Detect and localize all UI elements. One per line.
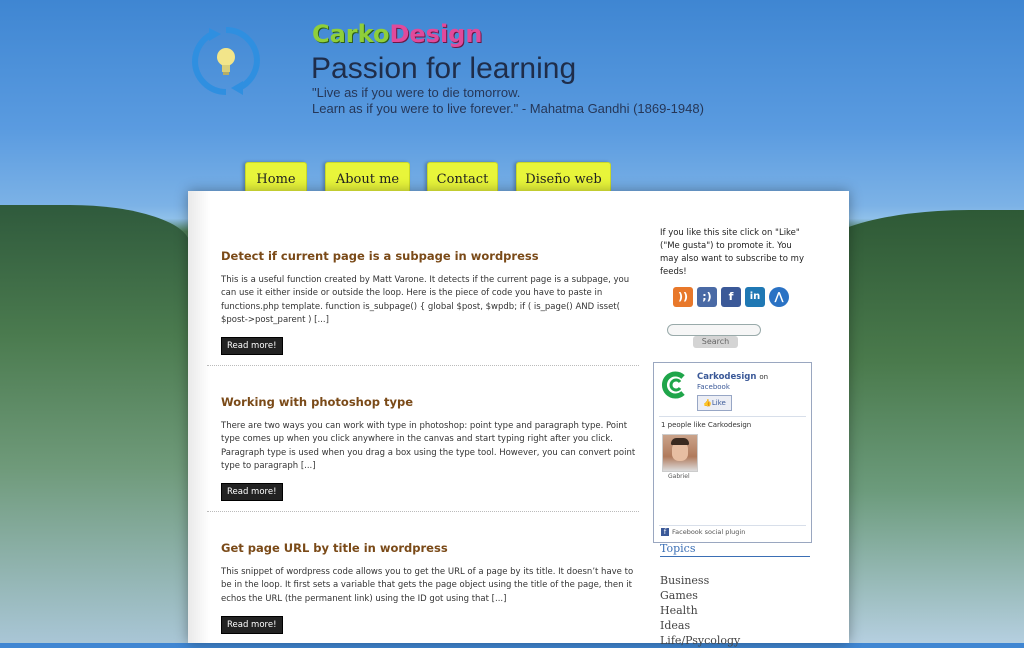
topics-list: Business Games Health Ideas Life/Psycolo…: [660, 573, 740, 648]
fb-separator: [659, 525, 806, 526]
nav-about-me[interactable]: About me: [325, 162, 410, 192]
smiley-icon[interactable]: ;): [697, 287, 717, 307]
quote-line-2: Learn as if you were to live forever." -…: [312, 101, 704, 116]
site-brand-logo[interactable]: CarkoDesign: [312, 20, 482, 48]
background-hill-left: [0, 205, 190, 643]
post-title[interactable]: Working with photoshop type: [221, 395, 639, 409]
topics-heading: Topics: [660, 542, 810, 557]
topic-life-psycology[interactable]: Life/Psycology: [660, 633, 740, 648]
rss-icon[interactable]: )): [673, 287, 693, 307]
nav-contact[interactable]: Contact: [427, 162, 498, 192]
post-excerpt: There are two ways you can work with typ…: [221, 421, 636, 471]
arrow-icon[interactable]: ⋀: [769, 287, 789, 307]
post-excerpt: This is a useful function created by Mat…: [221, 275, 630, 325]
fb-like-label: Like: [711, 399, 726, 407]
content-panel: Detect if current page is a subpage in w…: [188, 191, 849, 647]
fb-on-text: on: [759, 373, 769, 381]
brand-part-carko: Carko: [312, 20, 390, 48]
post-divider: [207, 365, 639, 366]
brand-part-design: Design: [389, 20, 483, 48]
site-quote: "Live as if you were to die tomorrow. Le…: [312, 85, 704, 117]
sidebar-intro: If you like this site click on "Like" ("…: [660, 228, 804, 277]
linkedin-icon[interactable]: in: [745, 287, 765, 307]
fb-separator: [659, 416, 806, 417]
fan-avatar[interactable]: [662, 434, 698, 472]
fb-like-button[interactable]: 👍Like: [697, 395, 732, 411]
quote-line-1: "Live as if you were to die tomorrow.: [312, 85, 521, 100]
fan-name[interactable]: Gabriel: [668, 473, 690, 480]
fb-page-name[interactable]: Carkodesign: [697, 372, 756, 382]
post-excerpt: This snippet of wordpress code allows yo…: [221, 567, 634, 604]
fb-platform-link[interactable]: Facebook: [697, 383, 730, 391]
fb-footer-text[interactable]: Facebook social plugin: [672, 528, 745, 536]
post-title[interactable]: Detect if current page is a subpage in w…: [221, 249, 639, 263]
post-3: Get page URL by title in wordpress This …: [221, 541, 639, 634]
topic-business[interactable]: Business: [660, 573, 740, 588]
site-tagline: Passion for learning: [311, 52, 577, 85]
facebook-like-box: Carkodesign on Facebook 👍Like 1 people l…: [653, 362, 812, 543]
post-divider: [207, 511, 639, 512]
post-title[interactable]: Get page URL by title in wordpress: [221, 541, 639, 555]
read-more-button[interactable]: Read more!: [221, 615, 283, 634]
read-more-button[interactable]: Read more!: [221, 337, 283, 356]
topic-ideas[interactable]: Ideas: [660, 618, 740, 633]
avatar-hair: [671, 438, 689, 445]
fb-footer: f Facebook social plugin: [661, 528, 745, 536]
carkodesign-logo-icon[interactable]: [661, 371, 691, 399]
topic-games[interactable]: Games: [660, 588, 740, 603]
search-button[interactable]: Search: [693, 336, 738, 348]
topic-health[interactable]: Health: [660, 603, 740, 618]
post-1: Detect if current page is a subpage in w…: [221, 249, 639, 356]
lightbulb-refresh-logo[interactable]: [187, 24, 265, 98]
post-2: Working with photoshop type There are tw…: [221, 395, 639, 502]
thumbs-up-icon: 👍: [703, 399, 712, 407]
nav-home[interactable]: Home: [245, 162, 307, 192]
facebook-f-icon: f: [661, 528, 669, 536]
facebook-icon[interactable]: f: [721, 287, 741, 307]
nav-diseno-web[interactable]: Diseño web: [516, 162, 611, 192]
read-more-button[interactable]: Read more!: [221, 483, 283, 502]
search-input[interactable]: [667, 324, 761, 336]
fb-page-name-line: Carkodesign on: [697, 372, 768, 382]
fb-like-count: 1 people like Carkodesign: [661, 421, 752, 429]
